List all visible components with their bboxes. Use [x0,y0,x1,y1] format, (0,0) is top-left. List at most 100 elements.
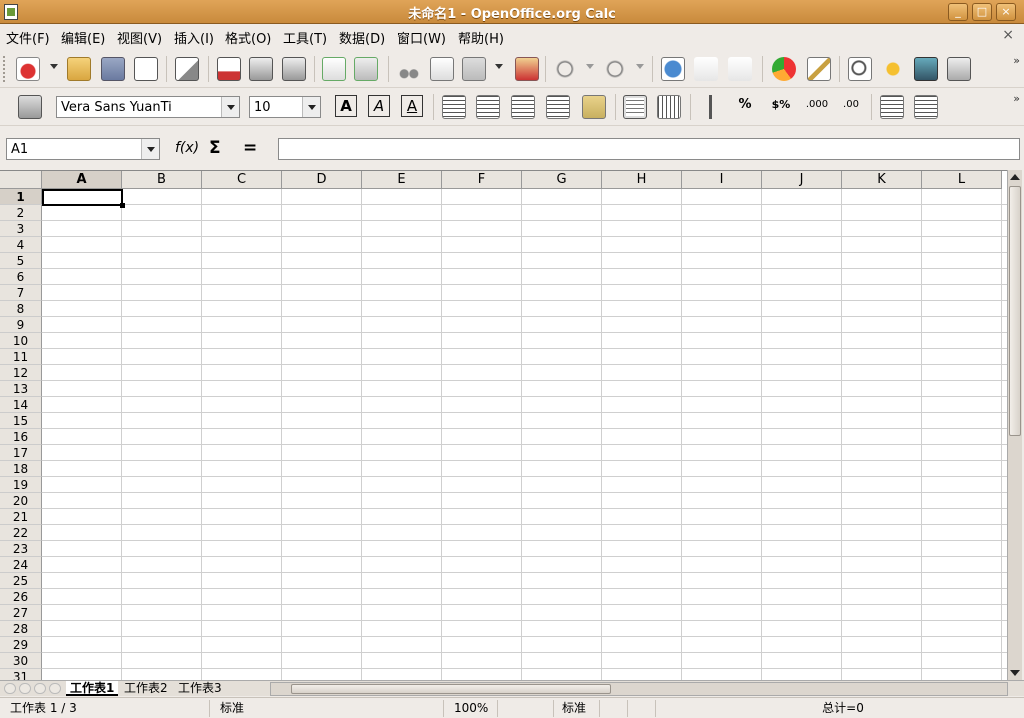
row-header-6[interactable]: 6 [0,269,42,285]
row-header-29[interactable]: 29 [0,637,42,653]
increase-indent-icon[interactable] [914,95,938,119]
formula-input[interactable] [278,138,1020,160]
scroll-down-icon[interactable] [1010,670,1020,676]
spellcheck-icon[interactable] [322,57,346,81]
align-center-icon[interactable] [476,95,500,119]
formatting-overflow-icon[interactable]: » [1013,92,1020,105]
currency-format-button[interactable]: $% [768,95,794,117]
zoom-status[interactable]: 100% [448,700,498,717]
add-decimal-button[interactable]: .000 [804,95,830,117]
next-sheet-icon[interactable] [34,683,46,694]
sheet-tab-2[interactable]: 工作表2 [120,681,172,696]
horizontal-scrollbar[interactable] [270,682,1008,696]
row-header-1[interactable]: 1 [0,189,42,205]
spreadsheet-grid[interactable]: ABCDEFGHIJKL 1 2 3 4 5 6 7 8 9 10 11 12 13 14 15 16 17 18… [0,170,1007,680]
name-box-dropdown-icon[interactable] [141,139,159,159]
menu-tools[interactable]: 工具(T) [283,28,327,47]
column-header-b[interactable]: B [122,171,202,189]
cell-area[interactable] [42,189,1007,680]
close-document-icon[interactable]: × [1002,27,1014,43]
gallery-icon[interactable] [914,57,938,81]
row-header-16[interactable]: 16 [0,429,42,445]
horizontal-scroll-thumb[interactable] [291,684,611,694]
merge-cells-icon[interactable] [582,95,606,119]
bold-button[interactable]: A [335,95,357,117]
sheet-tab-1[interactable]: 工作表1 [66,681,119,696]
column-header-k[interactable]: K [842,171,922,189]
row-header-3[interactable]: 3 [0,221,42,237]
row-header-14[interactable]: 14 [0,397,42,413]
row-header-18[interactable]: 18 [0,461,42,477]
row-header-9[interactable]: 9 [0,317,42,333]
number-format-icon[interactable] [699,95,723,119]
prev-sheet-icon[interactable] [19,683,31,694]
row-header-28[interactable]: 28 [0,621,42,637]
font-size-combo[interactable]: 10 [249,96,321,118]
column-header-d[interactable]: D [282,171,362,189]
paste-icon[interactable] [462,57,486,81]
scroll-up-icon[interactable] [1010,174,1020,180]
menu-window[interactable]: 窗口(W) [397,28,446,47]
column-header-e[interactable]: E [362,171,442,189]
row-header-23[interactable]: 23 [0,541,42,557]
first-sheet-icon[interactable] [4,683,16,694]
minimize-button[interactable]: _ [948,3,968,21]
find-replace-icon[interactable] [848,57,872,81]
undo-dropdown-icon[interactable] [586,64,594,69]
underline-button[interactable]: A [401,95,423,117]
select-all-corner[interactable] [0,171,42,189]
row-header-15[interactable]: 15 [0,413,42,429]
row-header-8[interactable]: 8 [0,301,42,317]
justify-icon[interactable] [546,95,570,119]
column-header-f[interactable]: F [442,171,522,189]
new-dropdown-icon[interactable] [50,64,58,69]
align-top-icon[interactable] [623,95,647,119]
open-folder-icon[interactable] [67,57,91,81]
toolbar-overflow-icon[interactable]: » [1013,54,1020,67]
row-header-7[interactable]: 7 [0,285,42,301]
row-header-12[interactable]: 12 [0,365,42,381]
last-sheet-icon[interactable] [49,683,61,694]
percent-format-button[interactable]: % [734,95,756,117]
vertical-scrollbar[interactable] [1007,170,1022,680]
row-header-22[interactable]: 22 [0,525,42,541]
align-left-icon[interactable] [442,95,466,119]
row-header-13[interactable]: 13 [0,381,42,397]
redo-icon[interactable] [603,57,627,81]
menu-insert[interactable]: 插入(I) [174,28,214,47]
row-header-17[interactable]: 17 [0,445,42,461]
row-header-20[interactable]: 20 [0,493,42,509]
row-header-30[interactable]: 30 [0,653,42,669]
font-name-dropdown-icon[interactable] [221,97,239,117]
export-pdf-icon[interactable] [217,57,241,81]
insert-chart-icon[interactable] [772,57,796,81]
sheet-tab-3[interactable]: 工作表3 [174,681,226,696]
print-preview-icon[interactable] [282,57,306,81]
insert-mode-status[interactable]: 标准 [556,700,600,717]
styles-formatting-icon[interactable] [18,95,42,119]
decrease-indent-icon[interactable] [880,95,904,119]
font-size-dropdown-icon[interactable] [302,97,320,117]
column-header-j[interactable]: J [762,171,842,189]
selection-mode-status[interactable] [604,700,628,717]
close-window-button[interactable]: × [996,3,1016,21]
hyperlink-icon[interactable] [661,57,685,81]
sum-button[interactable]: Σ [209,138,221,158]
row-header-19[interactable]: 19 [0,477,42,493]
row-header-2[interactable]: 2 [0,205,42,221]
page-style-status[interactable]: 标准 [214,700,444,717]
column-header-a[interactable]: A [42,171,122,189]
italic-button[interactable]: A [368,95,390,117]
menu-edit[interactable]: 编辑(E) [61,28,105,47]
row-header-26[interactable]: 26 [0,589,42,605]
function-button[interactable]: = [243,138,257,158]
data-sources-icon[interactable] [947,57,971,81]
row-header-24[interactable]: 24 [0,557,42,573]
row-header-10[interactable]: 10 [0,333,42,349]
row-header-25[interactable]: 25 [0,573,42,589]
active-cell-cursor[interactable] [42,189,125,208]
font-name-combo[interactable]: Vera Sans YuanTi [56,96,240,118]
row-header-11[interactable]: 11 [0,349,42,365]
sort-ascending-icon[interactable] [694,57,718,81]
menu-format[interactable]: 格式(O) [225,28,271,47]
